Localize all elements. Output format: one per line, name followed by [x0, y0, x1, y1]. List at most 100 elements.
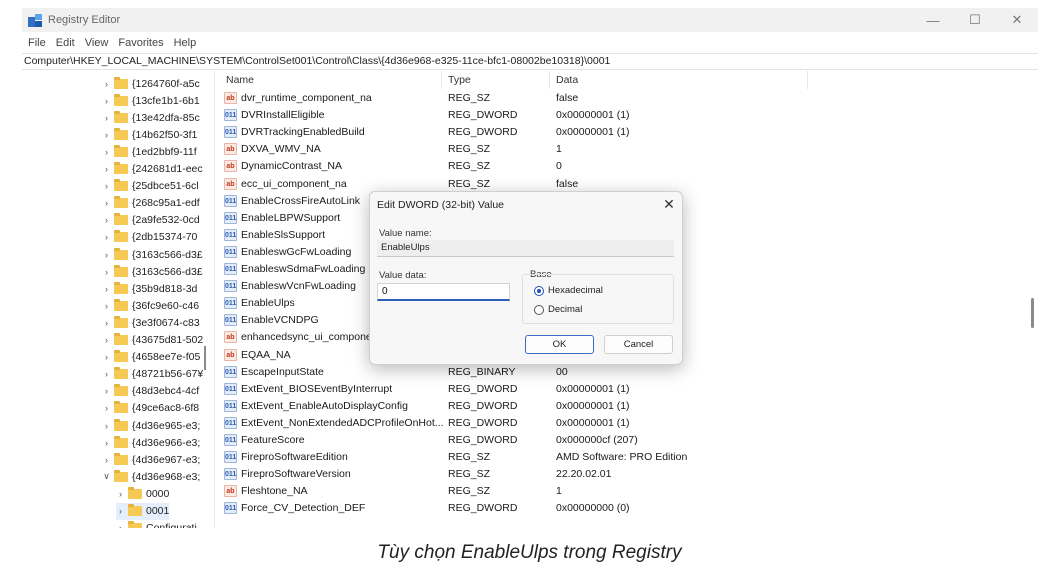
tree-item[interactable]: › {13cfe1b1-6b1 — [102, 92, 200, 109]
value-row[interactable]: 011 FeatureScore REG_DWORD 0x000000cf (207) — [219, 432, 1038, 449]
tree-item[interactable]: › {1ed2bbf9-11f — [102, 143, 197, 160]
menu-view[interactable]: View — [85, 37, 109, 49]
chevron-right-icon[interactable]: › — [102, 113, 111, 123]
value-row[interactable]: ab DXVA_WMV_NA REG_SZ 1 — [219, 141, 1038, 158]
tree-item[interactable]: › {3e3f0674-c83 — [102, 314, 200, 331]
hexadecimal-label[interactable]: Hexadecimal — [548, 285, 603, 296]
value-row[interactable]: 011 ExtEvent_BIOSEventByInterrupt REG_DWOR… — [219, 381, 1038, 398]
chevron-right-icon[interactable]: › — [102, 455, 111, 465]
chevron-right-icon[interactable]: › — [102, 386, 111, 396]
tree-item[interactable]: › {49ce6ac8-6f8 — [102, 400, 199, 417]
chevron-right-icon[interactable]: › — [102, 215, 111, 225]
chevron-right-icon[interactable]: › — [102, 284, 111, 294]
cancel-button[interactable]: Cancel — [604, 335, 673, 354]
chevron-right-icon[interactable]: › — [102, 198, 111, 208]
chevron-right-icon[interactable]: › — [102, 438, 111, 448]
chevron-right-icon[interactable]: › — [116, 523, 125, 528]
tree-item[interactable]: › {43675d81-502 — [102, 332, 203, 349]
value-row[interactable]: 011 Force_CV_Detection_DEF REG_DWORD 0x0000… — [219, 500, 1038, 517]
column-data-header[interactable]: Data — [556, 74, 578, 86]
tree-item[interactable]: › {4d36e966-e3; — [102, 434, 200, 451]
tree-item[interactable]: › {2db15374-70 — [102, 229, 197, 246]
tree-item[interactable]: › {4658ee7e-f05 — [102, 349, 200, 366]
chevron-right-icon[interactable]: › — [102, 164, 111, 174]
tree-item[interactable]: › {14b62f50-3f1 — [102, 126, 197, 143]
chevron-right-icon[interactable]: › — [102, 421, 111, 431]
tree-item[interactable]: ∨ {4d36e968-e3; — [102, 468, 200, 485]
tree-item[interactable]: › {13e42dfa-85c — [102, 109, 200, 126]
folder-icon — [114, 213, 128, 226]
tree-item[interactable]: › {2a9fe532-0cd — [102, 212, 200, 229]
tree-item[interactable]: › {48d3ebc4-4cf — [102, 383, 199, 400]
value-row[interactable]: ab DynamicContrast_NA REG_SZ 0 — [219, 158, 1038, 175]
chevron-right-icon[interactable]: › — [102, 147, 111, 157]
value-row[interactable]: ab ecc_ui_component_na REG_SZ false — [219, 176, 1038, 193]
chevron-right-icon[interactable]: › — [102, 79, 111, 89]
hexadecimal-radio[interactable] — [534, 286, 544, 296]
value-data: 22.20.02.01 — [556, 468, 612, 481]
minimize-button[interactable]: — — [912, 8, 954, 32]
column-type-header[interactable]: Type — [448, 74, 471, 86]
chevron-right-icon[interactable]: › — [102, 130, 111, 140]
value-name: DVRInstallEligible — [241, 109, 325, 122]
values-vertical-scrollbar[interactable] — [1031, 298, 1034, 328]
value-row[interactable]: 011 ExtEvent_EnableAutoDisplayConfig REG_D… — [219, 398, 1038, 415]
value-row[interactable]: 011 FireproSoftwareEdition REG_SZ AMD Softw… — [219, 449, 1038, 466]
value-name: EnableSlsSupport — [241, 228, 326, 241]
ok-button[interactable]: OK — [525, 335, 594, 354]
tree-item[interactable]: › {36fc9e60-c46 — [102, 297, 199, 314]
tree-item[interactable]: › {1264760f-a5c — [102, 75, 200, 92]
menu-edit[interactable]: Edit — [56, 37, 75, 49]
value-row[interactable]: ab dvr_runtime_component_na REG_SZ false — [219, 90, 1038, 107]
value-row[interactable]: 011 DVRInstallEligible REG_DWORD 0x00000001… — [219, 107, 1038, 124]
maximize-button[interactable]: ☐ — [954, 8, 996, 32]
menu-file[interactable]: File — [28, 37, 46, 49]
chevron-right-icon[interactable]: › — [116, 506, 125, 516]
tree-item[interactable]: › {3163c566-d3£ — [102, 263, 203, 280]
pane-splitter[interactable] — [214, 71, 215, 528]
tree-item[interactable]: › {3163c566-d3£ — [102, 246, 203, 263]
value-row[interactable]: 011 FireproSoftwareVersion REG_SZ 22.20.02.… — [219, 466, 1038, 483]
column-name-header[interactable]: Name — [226, 74, 254, 86]
chevron-right-icon[interactable]: › — [102, 335, 111, 345]
tree-item[interactable]: › 0000 — [116, 485, 169, 502]
value-row[interactable]: 011 EscapeInputState REG_BINARY 00 — [219, 364, 1038, 381]
value-row[interactable]: 011 ExtEvent_NonExtendedADCProfileOnHot..… — [219, 415, 1038, 432]
menu-help[interactable]: Help — [174, 37, 197, 49]
tree-item[interactable]: › {242681d1-eec — [102, 161, 203, 178]
chevron-right-icon[interactable]: › — [102, 232, 111, 242]
key-tree-pane[interactable]: › {1264760f-a5c › {13cfe1b1-6b1 › {13e42dfa-8… — [22, 71, 212, 528]
close-button[interactable]: ✕ — [996, 8, 1038, 32]
tree-item[interactable]: › {48721b56-67¥ — [102, 366, 203, 383]
menu-favorites[interactable]: Favorites — [118, 37, 163, 49]
address-bar[interactable]: Computer\HKEY_LOCAL_MACHINE\SYSTEM\Contr… — [22, 53, 1038, 70]
decimal-radio[interactable] — [534, 305, 544, 315]
chevron-right-icon[interactable]: › — [116, 489, 125, 499]
chevron-right-icon[interactable]: › — [102, 403, 111, 413]
chevron-right-icon[interactable]: › — [102, 96, 111, 106]
chevron-right-icon[interactable]: › — [102, 352, 111, 362]
tree-item-label: {36fc9e60-c46 — [132, 299, 200, 312]
tree-item-selected[interactable]: › 0001 — [116, 502, 170, 520]
chevron-right-icon[interactable]: › — [102, 301, 111, 311]
tree-item[interactable]: › {35b9d818-3d — [102, 280, 197, 297]
value-row[interactable]: 011 DVRTrackingEnabledBuild REG_DWORD 0x000… — [219, 124, 1038, 141]
chevron-right-icon[interactable]: › — [102, 181, 111, 191]
decimal-label[interactable]: Decimal — [548, 304, 582, 315]
chevron-right-icon[interactable]: › — [102, 369, 111, 379]
chevron-right-icon[interactable]: › — [102, 267, 111, 277]
chevron-right-icon[interactable]: › — [102, 318, 111, 328]
chevron-right-icon[interactable]: › — [102, 250, 111, 260]
binary-value-icon: 011 — [224, 126, 237, 139]
tree-item[interactable]: › {4d36e965-e3; — [102, 417, 200, 434]
tree-item[interactable]: › Configurati — [116, 520, 197, 528]
value-type: REG_SZ — [448, 177, 491, 190]
tree-item[interactable]: › {268c95a1-edf — [102, 195, 200, 212]
binary-value-icon: 011 — [224, 314, 237, 327]
dialog-close-icon[interactable]: ✕ — [660, 195, 678, 213]
value-row[interactable]: ab Fleshtone_NA REG_SZ 1 — [219, 483, 1038, 500]
value-data-input[interactable]: 0 — [377, 283, 510, 301]
tree-item[interactable]: › {25dbce51-6cl — [102, 178, 199, 195]
tree-item[interactable]: › {4d36e967-e3; — [102, 451, 200, 468]
chevron-down-icon[interactable]: ∨ — [102, 471, 111, 482]
